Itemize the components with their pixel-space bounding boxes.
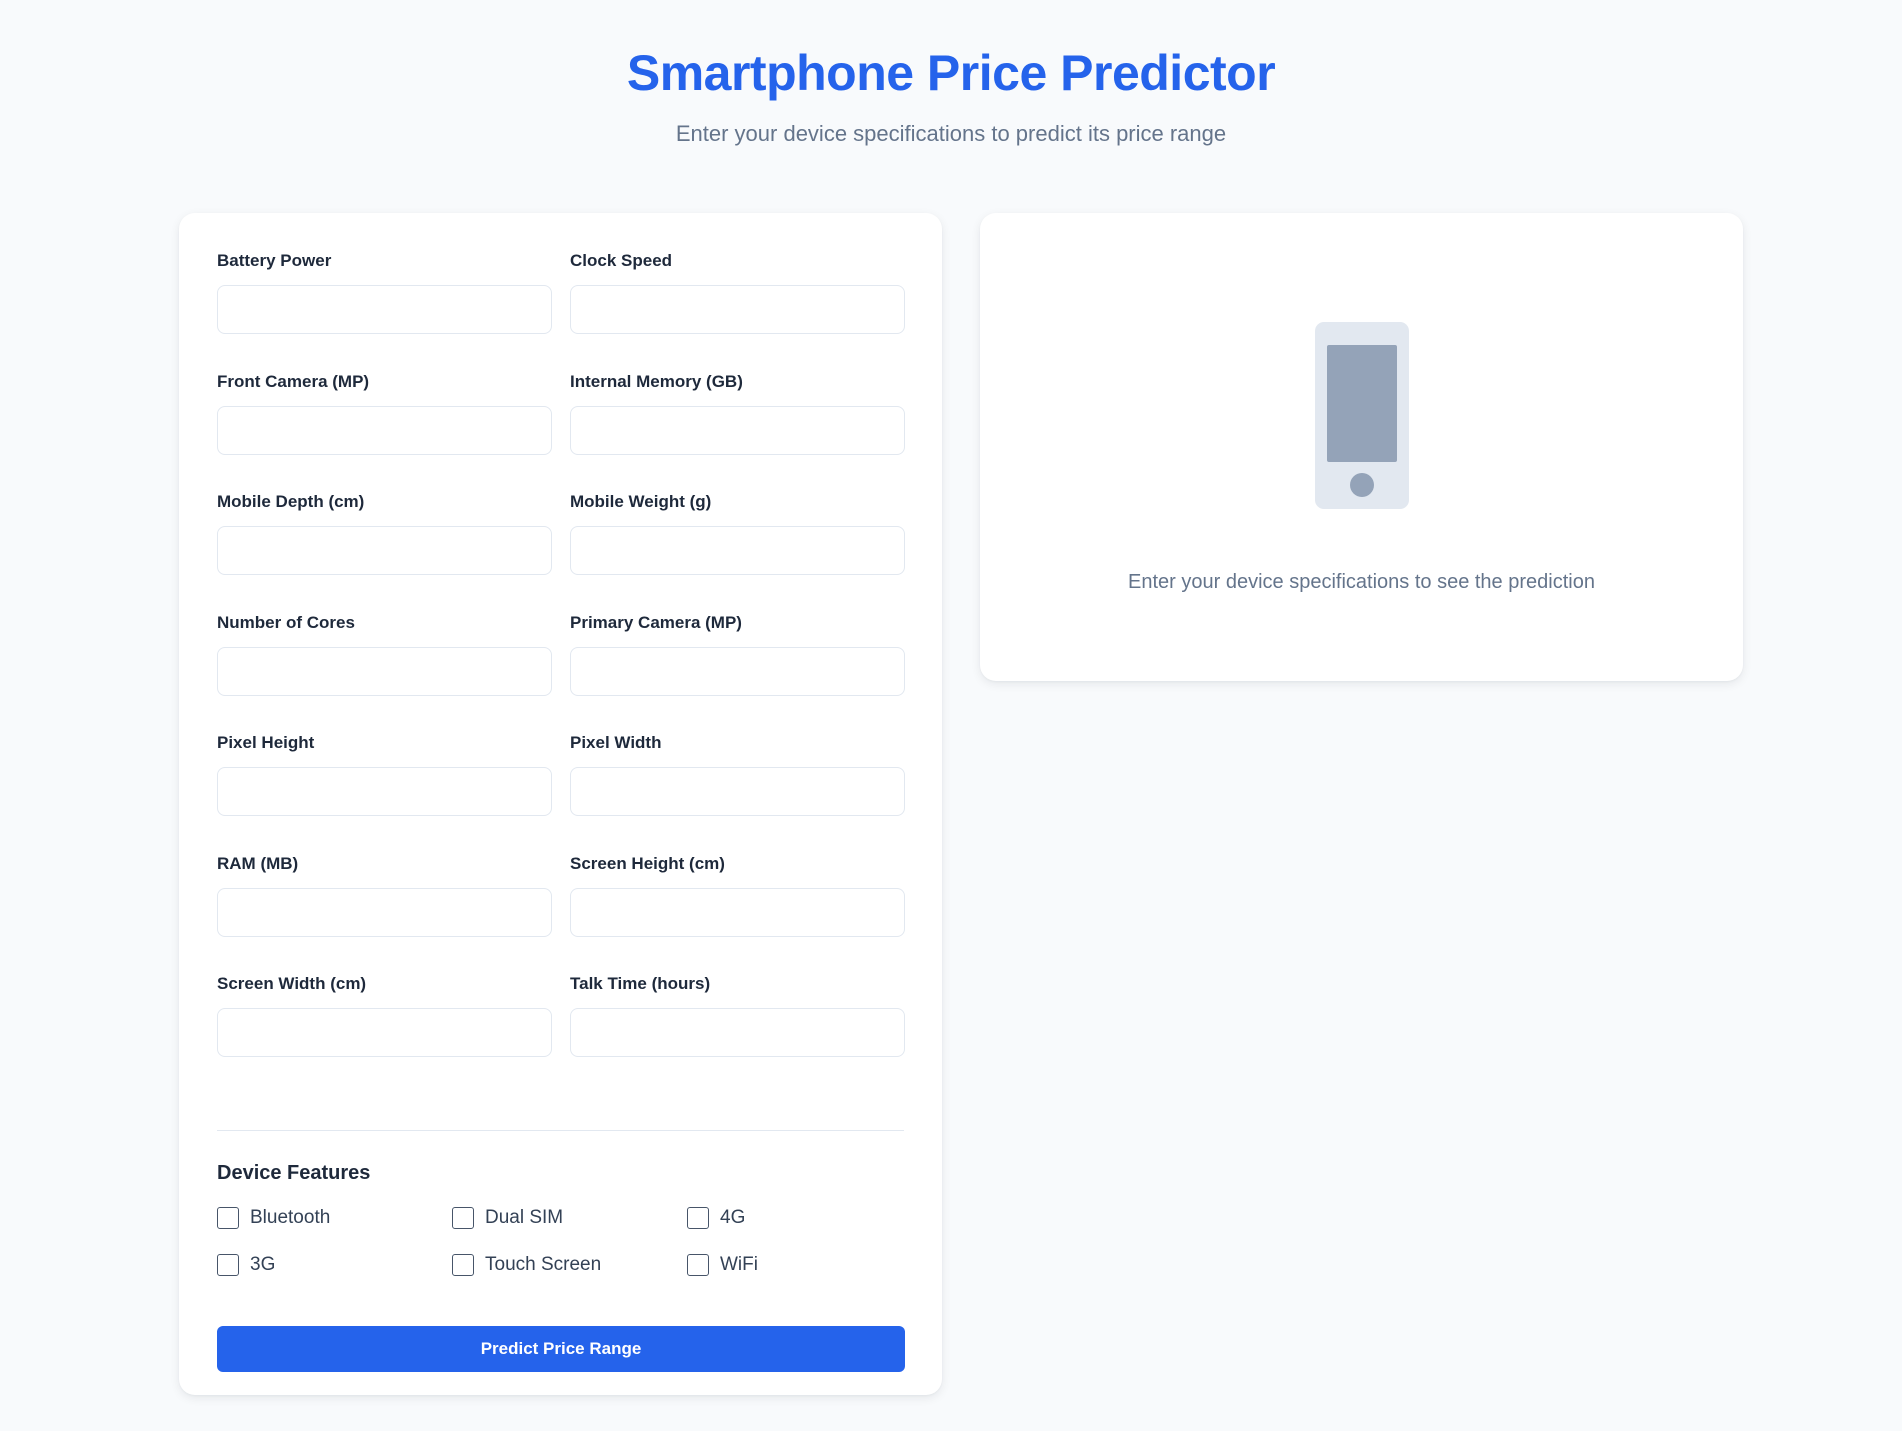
- page-header: Smartphone Price Predictor Enter your de…: [0, 0, 1902, 148]
- field-label: Internal Memory (GB): [570, 371, 743, 391]
- feature-4g[interactable]: 4G: [687, 1207, 887, 1230]
- field-clock-speed: Clock Speed: [570, 251, 905, 372]
- feature-3g[interactable]: 3G: [217, 1254, 452, 1277]
- field-battery-power: Battery Power: [217, 251, 552, 372]
- primary-camera-input[interactable]: [570, 646, 905, 696]
- dual-sim-checkbox[interactable]: [452, 1207, 474, 1229]
- field-label: Pixel Height: [217, 733, 315, 752]
- field-label: Front Camera (MP): [217, 371, 370, 391]
- talk-time-input[interactable]: [570, 1008, 905, 1057]
- field-label: Number of Cores: [217, 612, 355, 632]
- field-label: Primary Camera (MP): [570, 612, 742, 632]
- field-screen-height: Screen Height (cm): [570, 854, 905, 975]
- front-camera-input[interactable]: [217, 405, 552, 455]
- specs-form: Battery Power Clock Speed Front Camera (…: [179, 213, 942, 1395]
- touch-screen-checkbox[interactable]: [452, 1254, 474, 1276]
- field-label: Talk Time (hours): [570, 974, 711, 993]
- pixel-width-input[interactable]: [570, 767, 905, 816]
- ram-input[interactable]: [217, 887, 552, 937]
- field-number-of-cores: Number of Cores: [217, 613, 552, 734]
- field-front-camera: Front Camera (MP): [217, 372, 552, 493]
- feature-label: 3G: [250, 1254, 276, 1275]
- features-grid: Bluetooth Dual SIM 4G 3G Touch Screen Wi…: [217, 1207, 904, 1277]
- feature-label: WiFi: [720, 1254, 758, 1275]
- field-label: Mobile Depth (cm): [217, 492, 365, 511]
- page-title: Smartphone Price Predictor: [626, 45, 1276, 101]
- number-of-cores-input[interactable]: [217, 646, 552, 696]
- feature-dual-sim[interactable]: Dual SIM: [452, 1207, 687, 1230]
- form-divider: [217, 1129, 904, 1131]
- pixel-height-input[interactable]: [217, 767, 552, 816]
- phone-home-button-shape: [1350, 473, 1374, 497]
- feature-bluetooth[interactable]: Bluetooth: [217, 1207, 452, 1230]
- field-label: Screen Width (cm): [217, 974, 367, 993]
- field-ram: RAM (MB): [217, 854, 552, 975]
- field-label: Battery Power: [217, 251, 332, 270]
- feature-label: Dual SIM: [485, 1207, 564, 1228]
- mobile-depth-input[interactable]: [217, 526, 552, 575]
- feature-touch-screen[interactable]: Touch Screen: [452, 1254, 687, 1277]
- battery-power-input[interactable]: [217, 285, 552, 334]
- wifi-checkbox[interactable]: [687, 1254, 709, 1276]
- field-label: Pixel Width: [570, 733, 662, 752]
- field-screen-width: Screen Width (cm): [217, 974, 552, 1095]
- field-talk-time: Talk Time (hours): [570, 974, 905, 1095]
- prediction-placeholder-text: Enter your device specifications to see …: [1128, 571, 1595, 593]
- field-mobile-depth: Mobile Depth (cm): [217, 492, 552, 613]
- field-mobile-weight: Mobile Weight (g): [570, 492, 905, 613]
- predict-price-button[interactable]: Predict Price Range: [217, 1325, 905, 1372]
- field-primary-camera: Primary Camera (MP): [570, 613, 905, 734]
- field-internal-memory: Internal Memory (GB): [570, 372, 905, 493]
- field-pixel-height: Pixel Height: [217, 733, 552, 854]
- internal-memory-input[interactable]: [570, 405, 905, 455]
- screen-width-input[interactable]: [217, 1008, 552, 1057]
- clock-speed-input[interactable]: [570, 285, 905, 334]
- smartphone-icon: [1315, 322, 1409, 509]
- features-title: Device Features: [217, 1161, 371, 1184]
- feature-label: Touch Screen: [485, 1254, 602, 1275]
- screen-height-input[interactable]: [570, 887, 905, 937]
- prediction-panel: Enter your device specifications to see …: [980, 213, 1743, 681]
- bluetooth-checkbox[interactable]: [217, 1207, 239, 1229]
- field-pixel-width: Pixel Width: [570, 733, 905, 854]
- field-label: RAM (MB): [217, 853, 299, 873]
- field-label: Mobile Weight (g): [570, 492, 712, 511]
- 3g-checkbox[interactable]: [217, 1254, 239, 1276]
- feature-wifi[interactable]: WiFi: [687, 1254, 887, 1277]
- field-label: Clock Speed: [570, 251, 673, 270]
- 4g-checkbox[interactable]: [687, 1207, 709, 1229]
- page-subtitle: Enter your device specifications to pred…: [675, 121, 1227, 146]
- phone-screen-shape: [1327, 345, 1397, 462]
- mobile-weight-input[interactable]: [570, 526, 905, 575]
- feature-label: 4G: [720, 1207, 746, 1228]
- specs-grid: Battery Power Clock Speed Front Camera (…: [217, 251, 905, 1095]
- field-label: Screen Height (cm): [570, 853, 725, 873]
- feature-label: Bluetooth: [250, 1207, 331, 1228]
